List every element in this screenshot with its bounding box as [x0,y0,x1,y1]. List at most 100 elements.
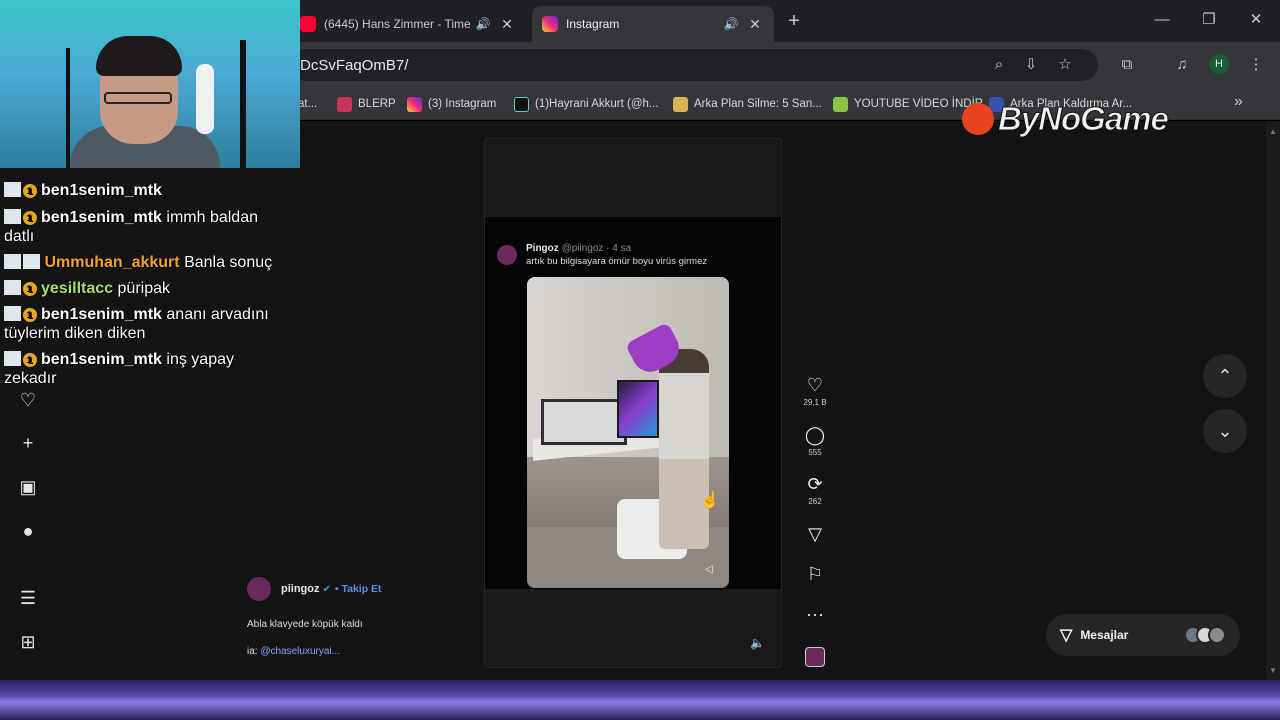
comment-action[interactable]: ◯ 555 [800,425,830,457]
volume-icon[interactable]: 🔈 [750,636,768,654]
also-from-meta-icon[interactable]: ⊞ [10,628,46,656]
bookmark-item[interactable]: BLERP [337,95,396,113]
repost-count: 262 [808,497,822,506]
verified-badge-icon: ✔ [322,583,331,595]
next-reel-button[interactable]: ⌄ [1203,409,1247,453]
audio-avatar[interactable] [805,647,825,667]
close-window-button[interactable]: ✕ [1244,8,1268,32]
page-scrollbar[interactable]: ▲ ▼ [1266,121,1280,680]
profile-avatar-icon[interactable]: ● [10,517,46,545]
speaker-icon[interactable]: 🔊 [474,17,492,31]
tweet-name: Pingoz [526,243,559,254]
messages-button[interactable]: ▽ Mesajlar [1046,614,1240,656]
share-action[interactable]: ▽ [800,524,830,544]
bookmark-item[interactable]: YOUTUBE VİDEO İNDİR [833,95,983,113]
tweet-text: artık bu bilgisayara ömür boyu virüs gir… [526,256,708,267]
chat-username: ben1senim_mtk [41,209,162,226]
author-avatar[interactable] [247,577,271,601]
bookmark-item[interactable]: Arka Plan Silme: 5 San... [673,95,822,113]
bynogame-logo-icon [962,103,994,135]
chat-message: 1 ben1senim_mtk immh baldan datlı [4,208,258,245]
previous-reel-button[interactable]: ⌃ [1203,354,1247,398]
save-action[interactable]: ⚐ [800,564,830,584]
chat-message: 1 yesilltacc püripak [4,279,170,298]
chat-message: 1 ben1senim_mtk inş yapay zekadır [4,350,234,387]
bookmark-item[interactable]: (1)Hayrani Akkurt (@h... [514,95,659,113]
like-count: 29,1 B [803,398,827,407]
kebab-menu-icon[interactable]: ⋮ [1245,54,1267,76]
blerp-icon [337,96,352,112]
tweet-handle: @piingoz · 4 sa [561,243,632,254]
comment-icon[interactable]: ◯ [800,425,830,445]
instagram-icon [542,16,558,32]
tab-youtube[interactable]: (6445) Hans Zimmer - Time (O 🔊 ✕ [290,6,526,42]
person-image [659,349,709,549]
instagram-icon [407,96,422,112]
repost-action[interactable]: ⟳ 262 [800,474,830,506]
share-icon[interactable]: ▽ [800,524,830,544]
muted-speaker-icon: ◁ [705,564,713,575]
close-tab-icon[interactable]: ✕ [746,16,764,33]
repost-icon[interactable]: ⟳ [800,474,830,494]
more-menu-icon[interactable]: ☰ [10,584,46,612]
create-plus-icon[interactable]: + [10,429,46,457]
sub-badge-icon: 1 [23,353,37,367]
bookmark-star-icon[interactable]: ☆ [1054,54,1076,76]
user-avatar-icon [4,209,21,224]
layers-icon [673,96,688,112]
bookmark-item[interactable]: at... [298,95,317,113]
close-tab-icon[interactable]: ✕ [498,16,516,33]
headphones-image [196,64,214,134]
tab-instagram[interactable]: Instagram 🔊 ✕ [532,6,774,42]
chevron-down-icon: ⌄ [1217,421,1233,441]
bookmark-icon[interactable]: ⚐ [800,564,830,584]
more-dots-icon[interactable]: ··· [800,604,830,624]
heart-icon[interactable]: ♡ [800,375,830,395]
pc-case-image [617,380,659,438]
tab-title: Instagram [566,17,620,31]
chat-text-continued: zekadır [4,370,57,387]
minimize-button[interactable]: — [1150,8,1174,32]
chat-username: ben1senim_mtk [41,182,162,199]
chat-text-continued: tüylerim diken diken [4,325,146,342]
caption-text: Abla klavyede köpük kaldı [247,619,363,630]
chat-username: ben1senim_mtk [41,351,162,368]
more-action[interactable]: ··· [800,604,830,624]
sub-badge-icon: 1 [23,308,37,322]
zoom-icon[interactable]: ⌕ [988,54,1010,76]
like-action[interactable]: ♡ 29,1 B [800,375,830,407]
author-username[interactable]: piingoz [281,583,320,595]
url-text[interactable]: DcSvFaqOmB7/ [300,57,408,74]
watermark-text: ByNoGame [998,100,1170,138]
user-avatar-icon [4,351,21,366]
maximize-button[interactable]: ❐ [1197,8,1221,32]
more-bookmarks-icon[interactable]: » [1234,93,1243,111]
scroll-up-arrow-icon[interactable]: ▲ [1269,127,1277,136]
chevron-up-icon: ⌃ [1217,366,1233,386]
embedded-tweet-header: Pingoz @piingoz · 4 sa artık bu bilgisay… [497,243,707,267]
media-control-icon[interactable]: ♫ [1171,54,1193,76]
watermark: ByNoGame [962,100,1170,138]
tab-title: (6445) Hans Zimmer - Time (O [324,17,474,31]
follow-button[interactable]: • Takip Et [335,583,382,595]
youtube-icon [300,16,316,32]
dashboard-icon[interactable]: ▣ [10,473,46,501]
install-app-icon[interactable]: ⇩ [1020,54,1042,76]
new-tab-button[interactable]: + [783,8,805,34]
monitor-image [541,399,627,445]
bookmark-item[interactable]: (3) Instagram [407,95,496,113]
chat-text-continued: datlı [4,228,35,245]
address-bar[interactable]: DcSvFaqOmB7/ ⌕ ⇩ ☆ [290,49,1098,81]
chat-username: yesilltacc [41,280,114,297]
profile-avatar[interactable]: H [1209,54,1229,74]
notifications-heart-icon[interactable]: ♡ [10,386,46,414]
chat-text: Banla sonuç [184,254,273,271]
speaker-icon[interactable]: 🔊 [722,17,740,31]
paper-plane-icon: ▽ [1060,627,1073,644]
reel-player[interactable]: Pingoz @piingoz · 4 sa artık bu bilgisay… [484,138,782,668]
user-avatar-icon [4,306,21,321]
scroll-down-arrow-icon[interactable]: ▼ [1269,666,1277,675]
reel-video[interactable]: Pingoz @piingoz · 4 sa artık bu bilgisay… [485,217,781,589]
caption-mention-link[interactable]: @chaseluxuryai... [260,646,340,657]
extensions-icon[interactable]: ⧉ [1116,54,1138,76]
